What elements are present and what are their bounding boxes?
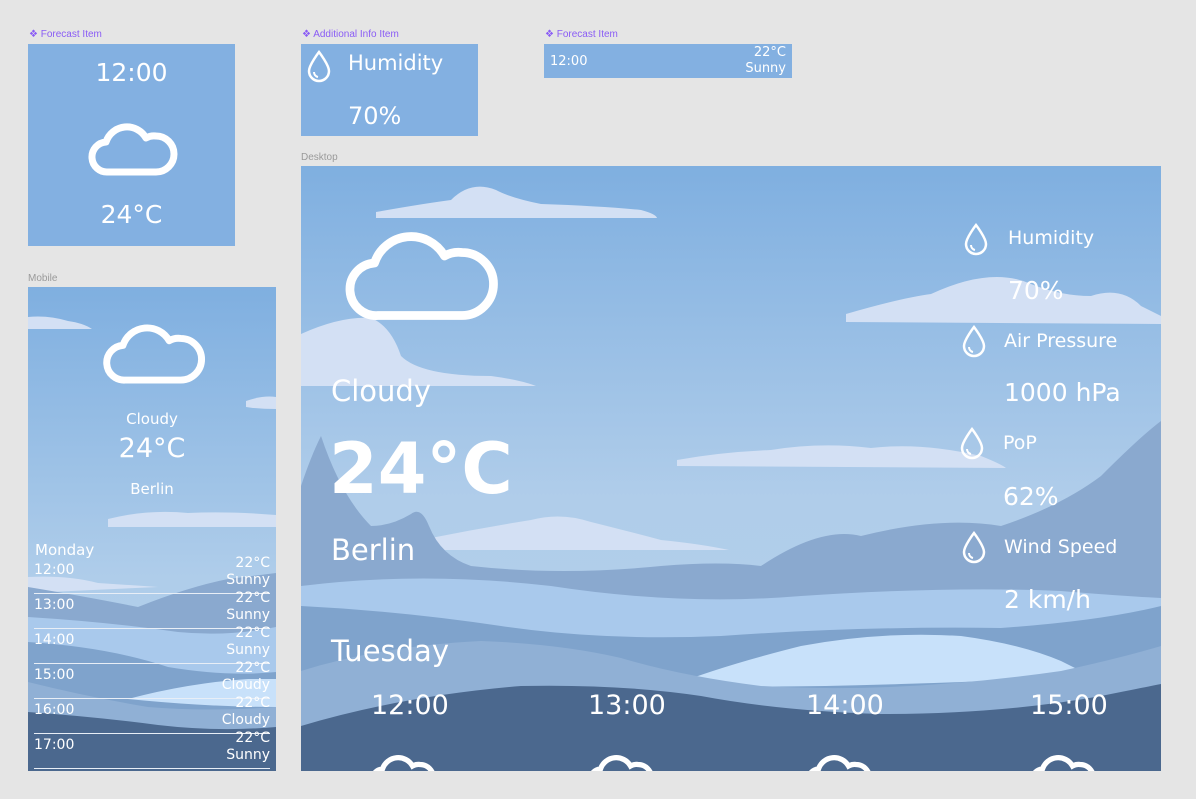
forecast-row[interactable]: 13:00 22°C Sunny xyxy=(34,590,270,629)
droplet-icon xyxy=(964,222,988,256)
forecast-temp: 22°C xyxy=(235,660,270,676)
component-label-additional-info-item: ❖ Additional Info Item xyxy=(302,29,399,40)
day-label: Tuesday xyxy=(331,634,449,668)
forecast-item[interactable]: 12:00 xyxy=(361,690,451,771)
cloud-icon xyxy=(1032,755,1095,771)
desktop-frame: Cloudy 24°C Berlin Tuesday Humidity 70% … xyxy=(301,166,1161,771)
day-label: Monday xyxy=(35,541,95,559)
forecast-time: 12:00 xyxy=(371,690,449,721)
city-name: Berlin xyxy=(331,533,416,567)
droplet-icon xyxy=(307,49,331,83)
info-item-humidity[interactable]: Humidity 70% xyxy=(961,218,1151,308)
city-name: Berlin xyxy=(130,480,174,498)
forecast-time: 15:00 xyxy=(1030,690,1108,721)
droplet-icon xyxy=(960,426,984,460)
forecast-time: 15:00 xyxy=(34,667,75,683)
forecast-time: 17:00 xyxy=(34,737,75,753)
forecast-time: 12:00 xyxy=(95,58,168,87)
cloud-icon xyxy=(590,755,653,771)
info-label: Air Pressure xyxy=(1004,330,1118,352)
droplet-icon xyxy=(962,324,986,358)
cloud-icon xyxy=(345,232,498,320)
component-label-forecast-item: ❖ Forecast Item xyxy=(29,29,102,40)
forecast-temp: 22°C xyxy=(235,730,270,746)
forecast-item[interactable]: 15:00 xyxy=(1021,690,1111,771)
frame-label-desktop: Desktop xyxy=(301,152,338,163)
forecast-condition: Sunny xyxy=(226,572,270,588)
frame-label-mobile: Mobile xyxy=(28,273,58,284)
cloud-icon xyxy=(88,123,178,176)
row-divider xyxy=(34,768,270,769)
forecast-item-large[interactable]: 12:00 24°C xyxy=(28,44,235,246)
info-value: 62% xyxy=(1003,482,1059,511)
info-item-pop[interactable]: PoP 62% xyxy=(960,424,1151,514)
info-item-air-pressure[interactable]: Air Pressure 1000 hPa xyxy=(961,322,1151,412)
cloud-icon xyxy=(372,755,435,771)
cloud-icon xyxy=(103,324,206,384)
forecast-row[interactable]: 16:00 22°C Cloudy xyxy=(34,695,270,734)
forecast-temp: 22°C xyxy=(235,555,270,571)
forecast-time: 13:00 xyxy=(588,690,666,721)
forecast-time: 12:00 xyxy=(550,54,588,69)
forecast-time: 13:00 xyxy=(34,597,75,613)
forecast-time: 14:00 xyxy=(34,632,75,648)
forecast-temp: 24°C xyxy=(100,200,163,229)
forecast-row[interactable]: 12:00 22°C Sunny xyxy=(34,555,270,594)
info-label: Humidity xyxy=(1008,227,1095,249)
forecast-row[interactable]: 14:00 22°C Sunny xyxy=(34,625,270,664)
forecast-condition: Sunny xyxy=(745,61,786,76)
forecast-condition: Sunny xyxy=(226,642,270,658)
forecast-temp: 22°C xyxy=(235,590,270,606)
forecast-condition: Cloudy xyxy=(221,712,270,728)
forecast-time: 16:00 xyxy=(34,702,75,718)
info-label: Humidity xyxy=(348,51,444,75)
info-value: 70% xyxy=(1008,276,1064,305)
forecast-item[interactable]: 13:00 xyxy=(579,690,669,771)
info-value: 2 km/h xyxy=(1004,585,1091,614)
forecast-item[interactable]: 14:00 xyxy=(797,690,887,771)
current-temperature: 24°C xyxy=(329,428,513,510)
info-label: PoP xyxy=(1003,432,1037,454)
forecast-condition: Cloudy xyxy=(221,677,270,693)
forecast-time: 12:00 xyxy=(34,562,75,578)
forecast-temp: 22°C xyxy=(235,695,270,711)
forecast-time: 14:00 xyxy=(806,690,884,721)
droplet-icon xyxy=(962,530,986,564)
additional-info-item[interactable]: Humidity 70% xyxy=(301,44,478,136)
info-item-wind-speed[interactable]: Wind Speed 2 km/h xyxy=(961,528,1151,618)
forecast-condition: Sunny xyxy=(226,747,270,763)
forecast-item-small[interactable]: 12:00 22°C Sunny xyxy=(544,44,792,78)
forecast-temp: 22°C xyxy=(235,625,270,641)
forecast-row[interactable]: 15:00 22°C Cloudy xyxy=(34,660,270,699)
forecast-temp: 22°C xyxy=(753,45,786,60)
forecast-row[interactable]: 17:00 22°C Sunny xyxy=(34,730,270,769)
info-label: Wind Speed xyxy=(1004,536,1118,558)
forecast-condition: Sunny xyxy=(226,607,270,623)
current-temperature: 24°C xyxy=(118,433,186,464)
current-condition: Cloudy xyxy=(331,374,431,408)
info-value: 1000 hPa xyxy=(1004,378,1121,407)
info-value: 70% xyxy=(348,102,402,130)
cloud-icon xyxy=(808,755,871,771)
component-label-forecast-item-small: ❖ Forecast Item xyxy=(545,29,618,40)
mobile-frame: Cloudy 24°C Berlin Monday 12:00 22°C Sun… xyxy=(28,287,276,771)
current-condition: Cloudy xyxy=(126,410,178,428)
